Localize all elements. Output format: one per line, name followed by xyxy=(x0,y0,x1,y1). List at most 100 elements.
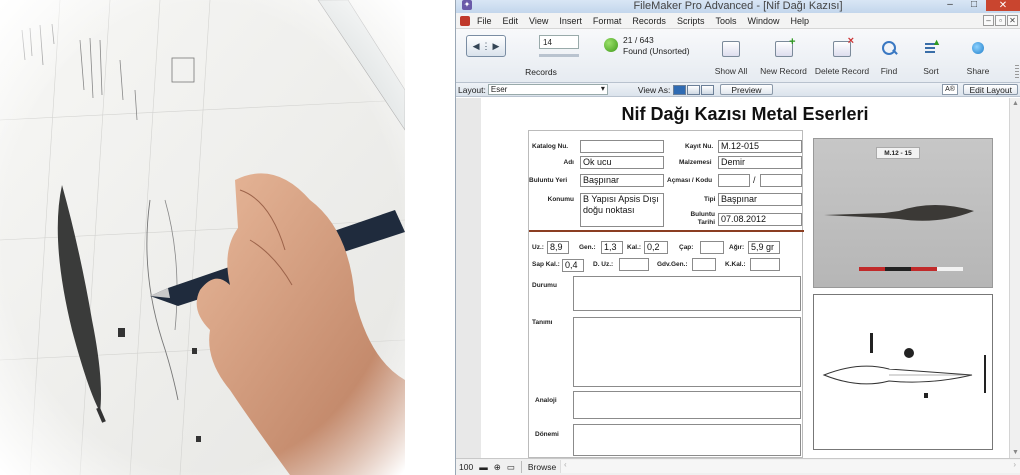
kal-field[interactable]: 0,2 xyxy=(644,241,668,254)
agir-field[interactable]: 5,9 gr xyxy=(748,241,780,254)
tanimi-label: Tanımı xyxy=(532,319,553,326)
menu-insert[interactable]: Insert xyxy=(554,16,588,26)
scroll-up-icon[interactable]: ▲ xyxy=(1012,100,1019,107)
delete-record-label: Delete Record xyxy=(814,66,870,76)
title-bar: ✦ FileMaker Pro Advanced - [Nif Dağı Kaz… xyxy=(456,0,1020,13)
menu-tools[interactable]: Tools xyxy=(710,16,742,26)
scroll-left-icon[interactable]: ‹ xyxy=(564,460,567,469)
share-button[interactable]: Share xyxy=(961,35,995,76)
tipi-field[interactable]: Başpınar xyxy=(718,193,802,206)
katalog-field[interactable] xyxy=(580,140,664,153)
scroll-down-icon[interactable]: ▼ xyxy=(1012,449,1019,456)
status-toolbar: ◀ ⋮ ▶ 14 Records 21 / 643 Found (Unsorte… xyxy=(456,29,1020,83)
menu-bar: File Edit View Insert Format Records Scr… xyxy=(456,13,1020,29)
adi-field[interactable]: Ok ucu xyxy=(580,156,664,169)
record-navigation-button[interactable]: ◀ ⋮ ▶ xyxy=(466,35,506,57)
scroll-right-icon[interactable]: › xyxy=(1013,460,1016,469)
buluntu-yeri-field[interactable]: Başpınar xyxy=(580,174,664,187)
menu-format[interactable]: Format xyxy=(588,16,628,26)
sap-field[interactable]: 0,4 xyxy=(562,259,584,272)
layout-label: Layout: xyxy=(458,84,486,95)
analoji-label: Analoji xyxy=(535,397,557,404)
show-all-button[interactable]: Show All xyxy=(706,35,756,76)
find-button[interactable]: Find xyxy=(874,35,904,76)
doc-close-button[interactable]: ✕ xyxy=(1007,15,1018,26)
show-all-icon xyxy=(722,41,740,57)
view-as-label: View As: xyxy=(637,84,671,95)
tarih-field[interactable]: 07.08.2012 xyxy=(718,213,802,226)
text-format-button[interactable]: A® xyxy=(942,84,958,95)
sort-icon xyxy=(922,37,941,57)
table-view-button[interactable] xyxy=(701,84,715,95)
form-title: Nif Dağı Kazısı Metal Eserleri xyxy=(621,104,869,124)
artifact-photo-field[interactable]: M.12 - 15 xyxy=(813,138,993,288)
kal-label: Kal.: xyxy=(627,244,642,251)
acmasi-field[interactable] xyxy=(718,174,750,187)
preview-button[interactable]: Preview xyxy=(720,84,773,95)
app-icon: ✦ xyxy=(462,0,472,10)
new-record-icon xyxy=(774,36,796,57)
status-toolbar-toggle-icon[interactable]: ▭ xyxy=(507,462,515,473)
form-view-button[interactable] xyxy=(673,84,687,95)
delete-record-button[interactable]: Delete Record xyxy=(812,35,872,76)
cap-field[interactable] xyxy=(700,241,724,254)
gov-field[interactable] xyxy=(692,258,716,271)
layout-select[interactable]: Eser xyxy=(487,84,608,95)
kayit-field[interactable]: M.12-015 xyxy=(718,140,802,153)
minimize-button[interactable]: – xyxy=(940,0,960,11)
doc-restore-button[interactable]: ▫ xyxy=(995,15,1006,26)
share-icon xyxy=(969,41,987,57)
next-record-icon[interactable]: ▶ xyxy=(493,41,500,52)
donemi-field[interactable] xyxy=(573,424,801,456)
records-label: Records xyxy=(525,67,557,77)
horizontal-scrollbar[interactable]: ‹ › xyxy=(560,460,1020,473)
zoom-level[interactable]: 100 xyxy=(459,462,473,472)
found-status: Found (Unsorted) xyxy=(623,46,690,56)
menu-scripts[interactable]: Scripts xyxy=(672,16,711,26)
menu-file[interactable]: File xyxy=(472,16,498,26)
edit-layout-button[interactable]: Edit Layout xyxy=(963,84,1018,95)
menu-records[interactable]: Records xyxy=(627,16,672,26)
tanimi-field[interactable] xyxy=(573,317,801,387)
toolbar-resize-handle[interactable] xyxy=(1015,65,1019,79)
menu-edit[interactable]: Edit xyxy=(498,16,525,26)
gen-field[interactable]: 1,3 xyxy=(601,241,623,254)
data-panel: Katalog Nu. Kayıt Nu. M.12-015 Adı Ok uc… xyxy=(528,130,804,458)
prev-record-icon[interactable]: ◀ xyxy=(473,41,480,52)
record-slider[interactable] xyxy=(539,54,579,57)
maximize-button[interactable]: □ xyxy=(964,0,984,11)
zoom-out-icon[interactable]: ▬ xyxy=(479,462,488,472)
list-view-button[interactable] xyxy=(687,84,701,95)
kkal-field[interactable] xyxy=(750,258,780,271)
uz-field[interactable]: 8,9 xyxy=(547,241,569,254)
kodu-field[interactable] xyxy=(760,174,802,187)
menu-window[interactable]: Window xyxy=(742,16,785,26)
menu-view[interactable]: View xyxy=(524,16,554,26)
agir-label: Ağır: xyxy=(729,244,745,251)
malzeme-label: Malzemesi xyxy=(679,159,712,166)
sort-label: Sort xyxy=(923,66,939,76)
window-title: FileMaker Pro Advanced - [Nif Dağı Kazıs… xyxy=(633,0,843,12)
current-record-field[interactable]: 14 xyxy=(539,35,579,49)
found-set-icon xyxy=(604,38,618,52)
kayit-label: Kayıt Nu. xyxy=(685,143,714,150)
mode-label[interactable]: Browse xyxy=(528,462,556,472)
acmasi-separator: / xyxy=(753,175,756,185)
new-record-label: New Record xyxy=(760,66,807,76)
tarih-label: Buluntu Tarihi xyxy=(690,211,715,226)
artifact-drawing-field[interactable] xyxy=(813,294,993,450)
new-record-button[interactable]: New Record xyxy=(756,35,811,76)
close-button[interactable]: ✕ xyxy=(986,0,1020,11)
vertical-scrollbar[interactable]: ▲ ▼ xyxy=(1009,98,1020,458)
duz-field[interactable] xyxy=(619,258,649,271)
sort-button[interactable]: Sort xyxy=(914,35,948,76)
cap-label: Çap: xyxy=(679,244,694,251)
menu-help[interactable]: Help xyxy=(785,16,815,26)
zoom-in-icon[interactable]: ⊕ xyxy=(494,462,501,473)
konumu-label: Konumu xyxy=(547,196,574,203)
durumu-field[interactable] xyxy=(573,276,801,311)
analoji-field[interactable] xyxy=(573,391,801,419)
doc-minimize-button[interactable]: – xyxy=(983,15,994,26)
malzeme-field[interactable]: Demir xyxy=(718,156,802,169)
konumu-field[interactable]: B Yapısı Apsis Dışı doğu noktası xyxy=(580,193,664,227)
